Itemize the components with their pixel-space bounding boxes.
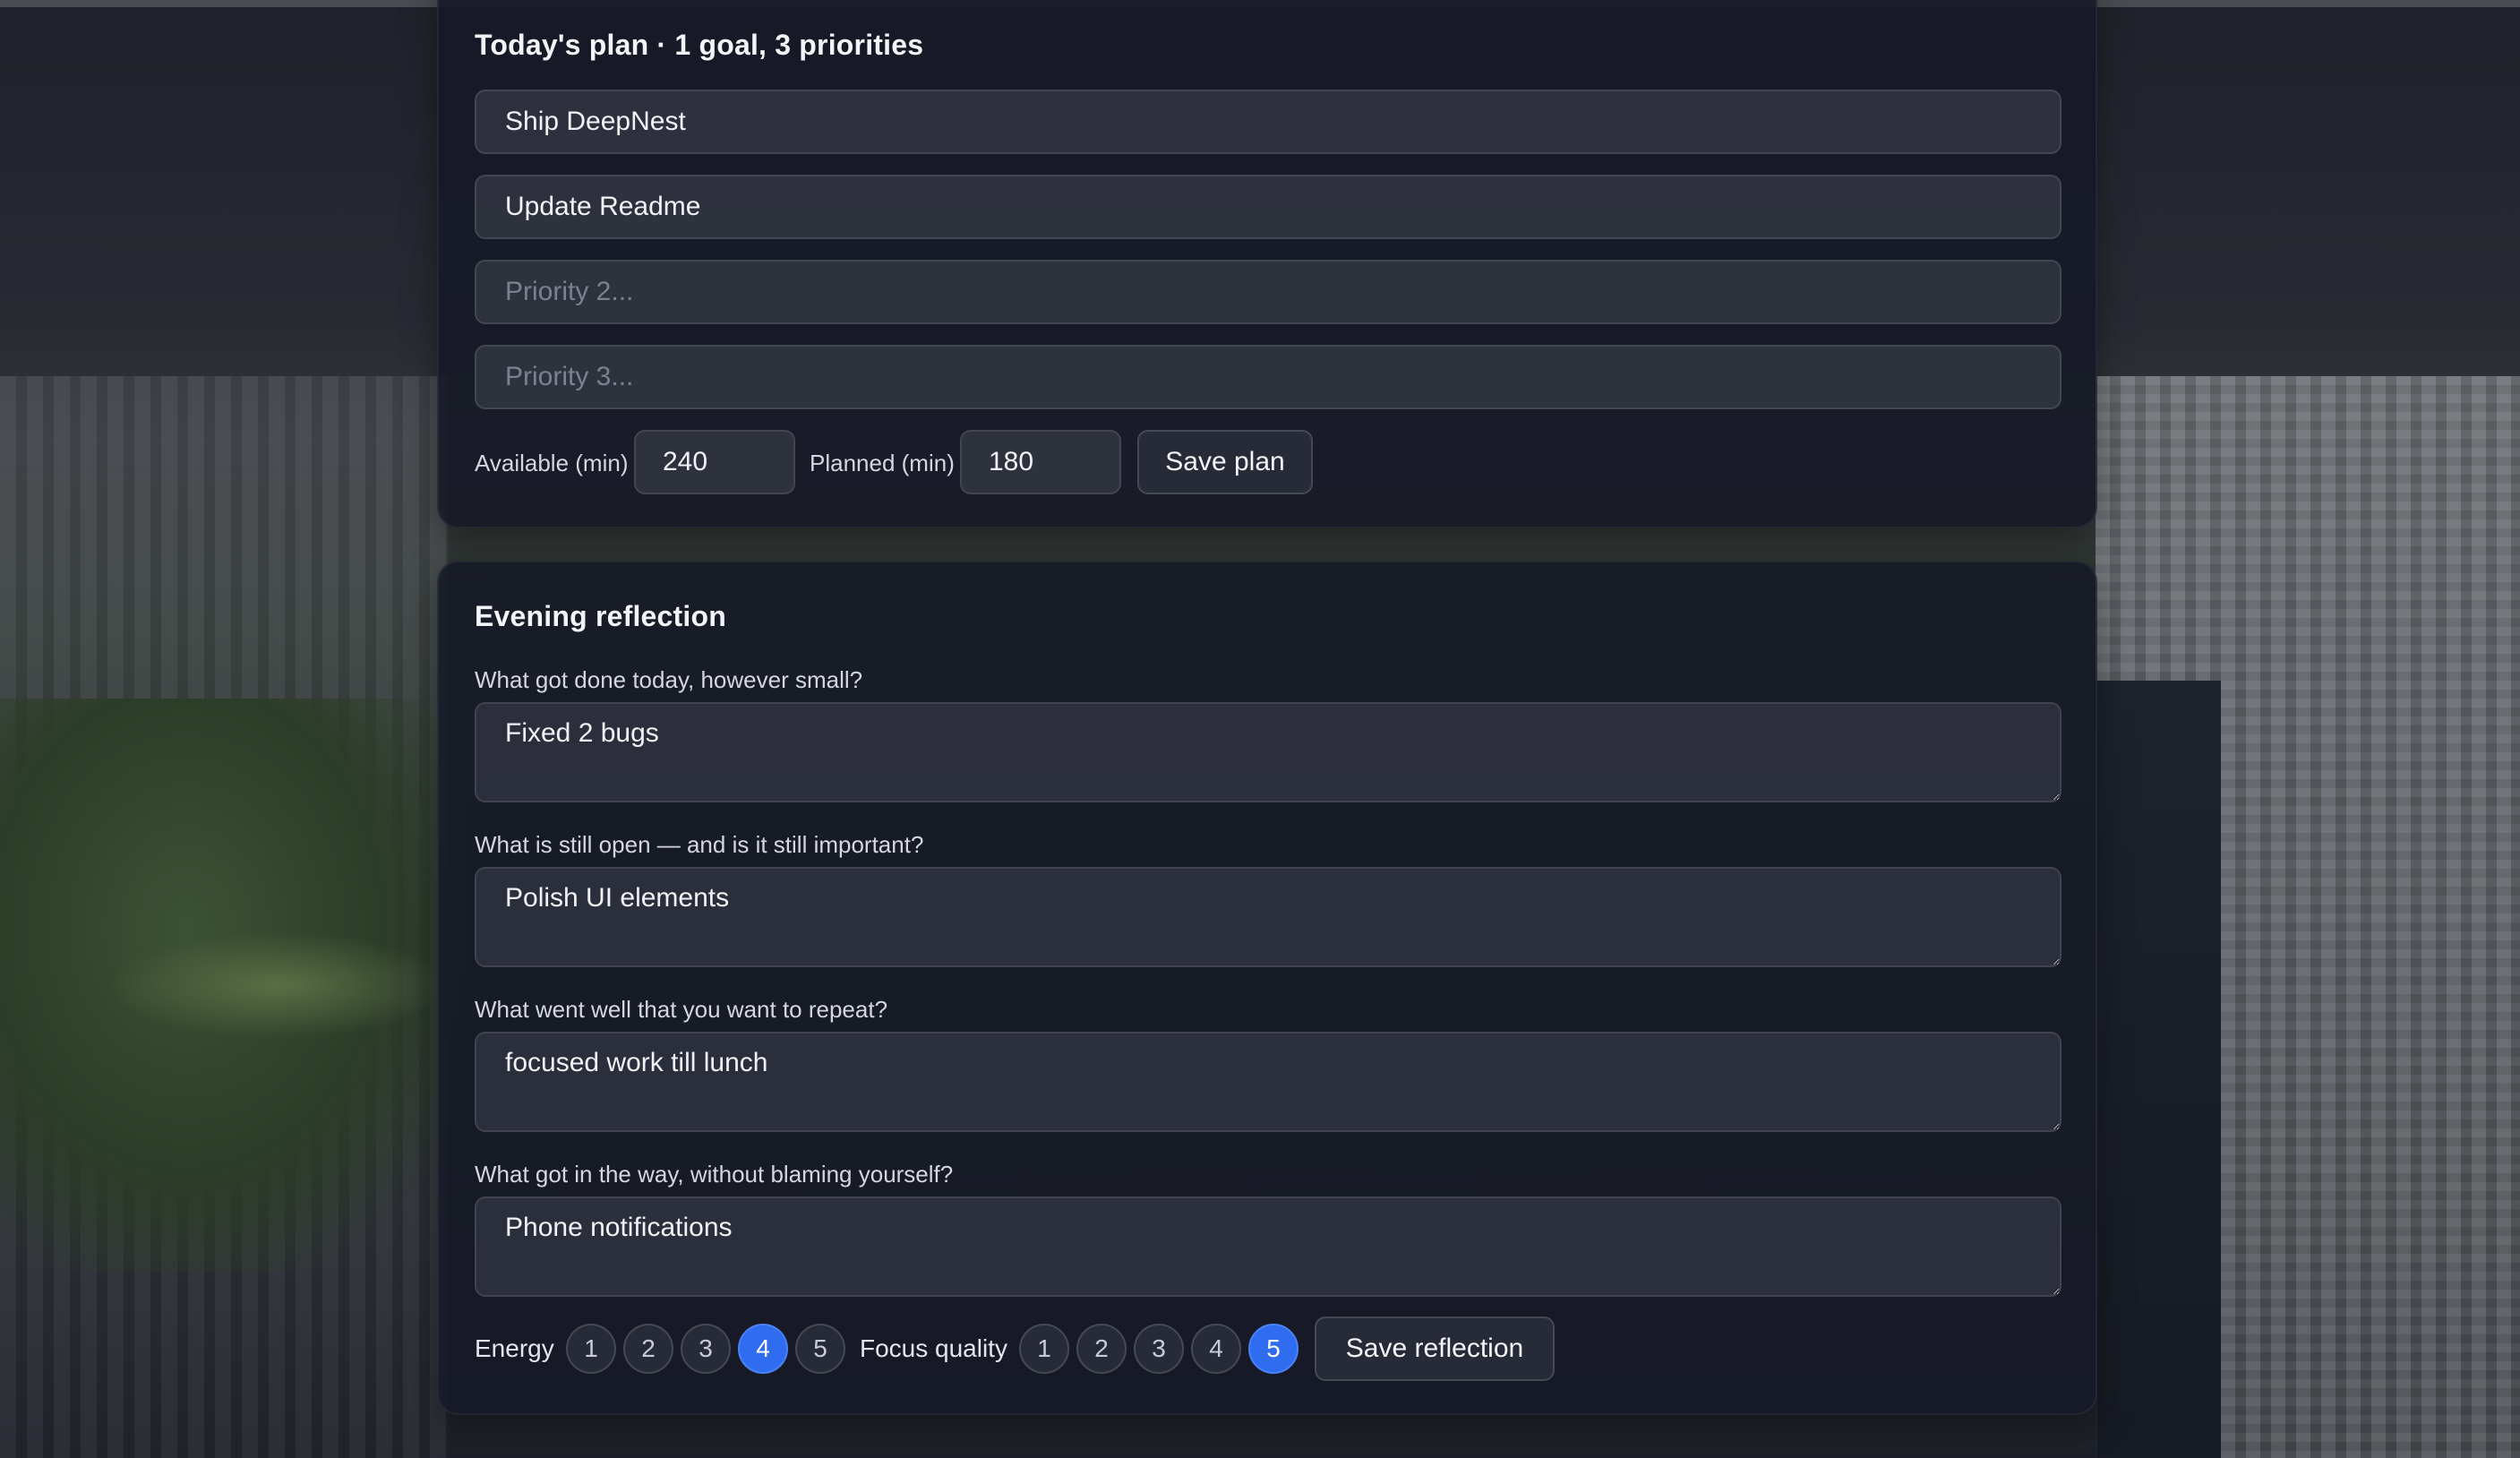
energy-label: Energy bbox=[475, 1334, 554, 1362]
priority-3-input[interactable] bbox=[475, 345, 2061, 409]
focus-option-3[interactable]: 3 bbox=[1134, 1324, 1184, 1374]
question-label: What is still open — and is it still imp… bbox=[475, 831, 924, 858]
park-trees bbox=[0, 699, 466, 1272]
energy-option-4[interactable]: 4 bbox=[738, 1324, 788, 1374]
plan-title: Today's plan · 1 goal, 3 priorities bbox=[475, 29, 924, 61]
reflection-panel: Evening reflection What got done today, … bbox=[437, 561, 2097, 1415]
focus-option-4[interactable]: 4 bbox=[1191, 1324, 1241, 1374]
available-minutes-input[interactable] bbox=[634, 430, 795, 494]
question-label: What went well that you want to repeat? bbox=[475, 996, 888, 1023]
energy-option-2[interactable]: 2 bbox=[623, 1324, 673, 1374]
planned-label: Planned (min) bbox=[810, 450, 955, 476]
city-buildings-left bbox=[0, 376, 448, 1458]
plan-panel: Today's plan · 1 goal, 3 priorities Avai… bbox=[437, 0, 2097, 528]
question-label: What got in the way, without blaming you… bbox=[475, 1161, 954, 1188]
park-lawn bbox=[107, 931, 448, 1039]
done-today-textarea[interactable]: Fixed 2 bugs bbox=[475, 702, 2061, 802]
obstacles-textarea[interactable]: Phone notifications bbox=[475, 1196, 2061, 1297]
energy-option-5[interactable]: 5 bbox=[795, 1324, 845, 1374]
priority-2-input[interactable] bbox=[475, 260, 2061, 324]
planned-minutes-input[interactable] bbox=[960, 430, 1121, 494]
energy-option-3[interactable]: 3 bbox=[681, 1324, 731, 1374]
dark-tower bbox=[2096, 681, 2221, 1458]
focus-option-2[interactable]: 2 bbox=[1076, 1324, 1127, 1374]
goal-input[interactable] bbox=[475, 90, 2061, 154]
priority-1-input[interactable] bbox=[475, 175, 2061, 239]
reflection-title: Evening reflection bbox=[475, 600, 726, 632]
focus-option-1[interactable]: 1 bbox=[1019, 1324, 1069, 1374]
question-label: What got done today, however small? bbox=[475, 666, 863, 693]
save-plan-button[interactable]: Save plan bbox=[1137, 430, 1313, 494]
city-buildings-right bbox=[2096, 376, 2520, 1458]
still-open-textarea[interactable]: Polish UI elements bbox=[475, 867, 2061, 967]
focus-quality-label: Focus quality bbox=[860, 1334, 1007, 1362]
focus-option-5[interactable]: 5 bbox=[1248, 1324, 1299, 1374]
went-well-textarea[interactable]: focused work till lunch bbox=[475, 1032, 2061, 1132]
energy-option-1[interactable]: 1 bbox=[566, 1324, 616, 1374]
save-reflection-button[interactable]: Save reflection bbox=[1315, 1316, 1555, 1381]
available-label: Available (min) bbox=[475, 450, 629, 476]
